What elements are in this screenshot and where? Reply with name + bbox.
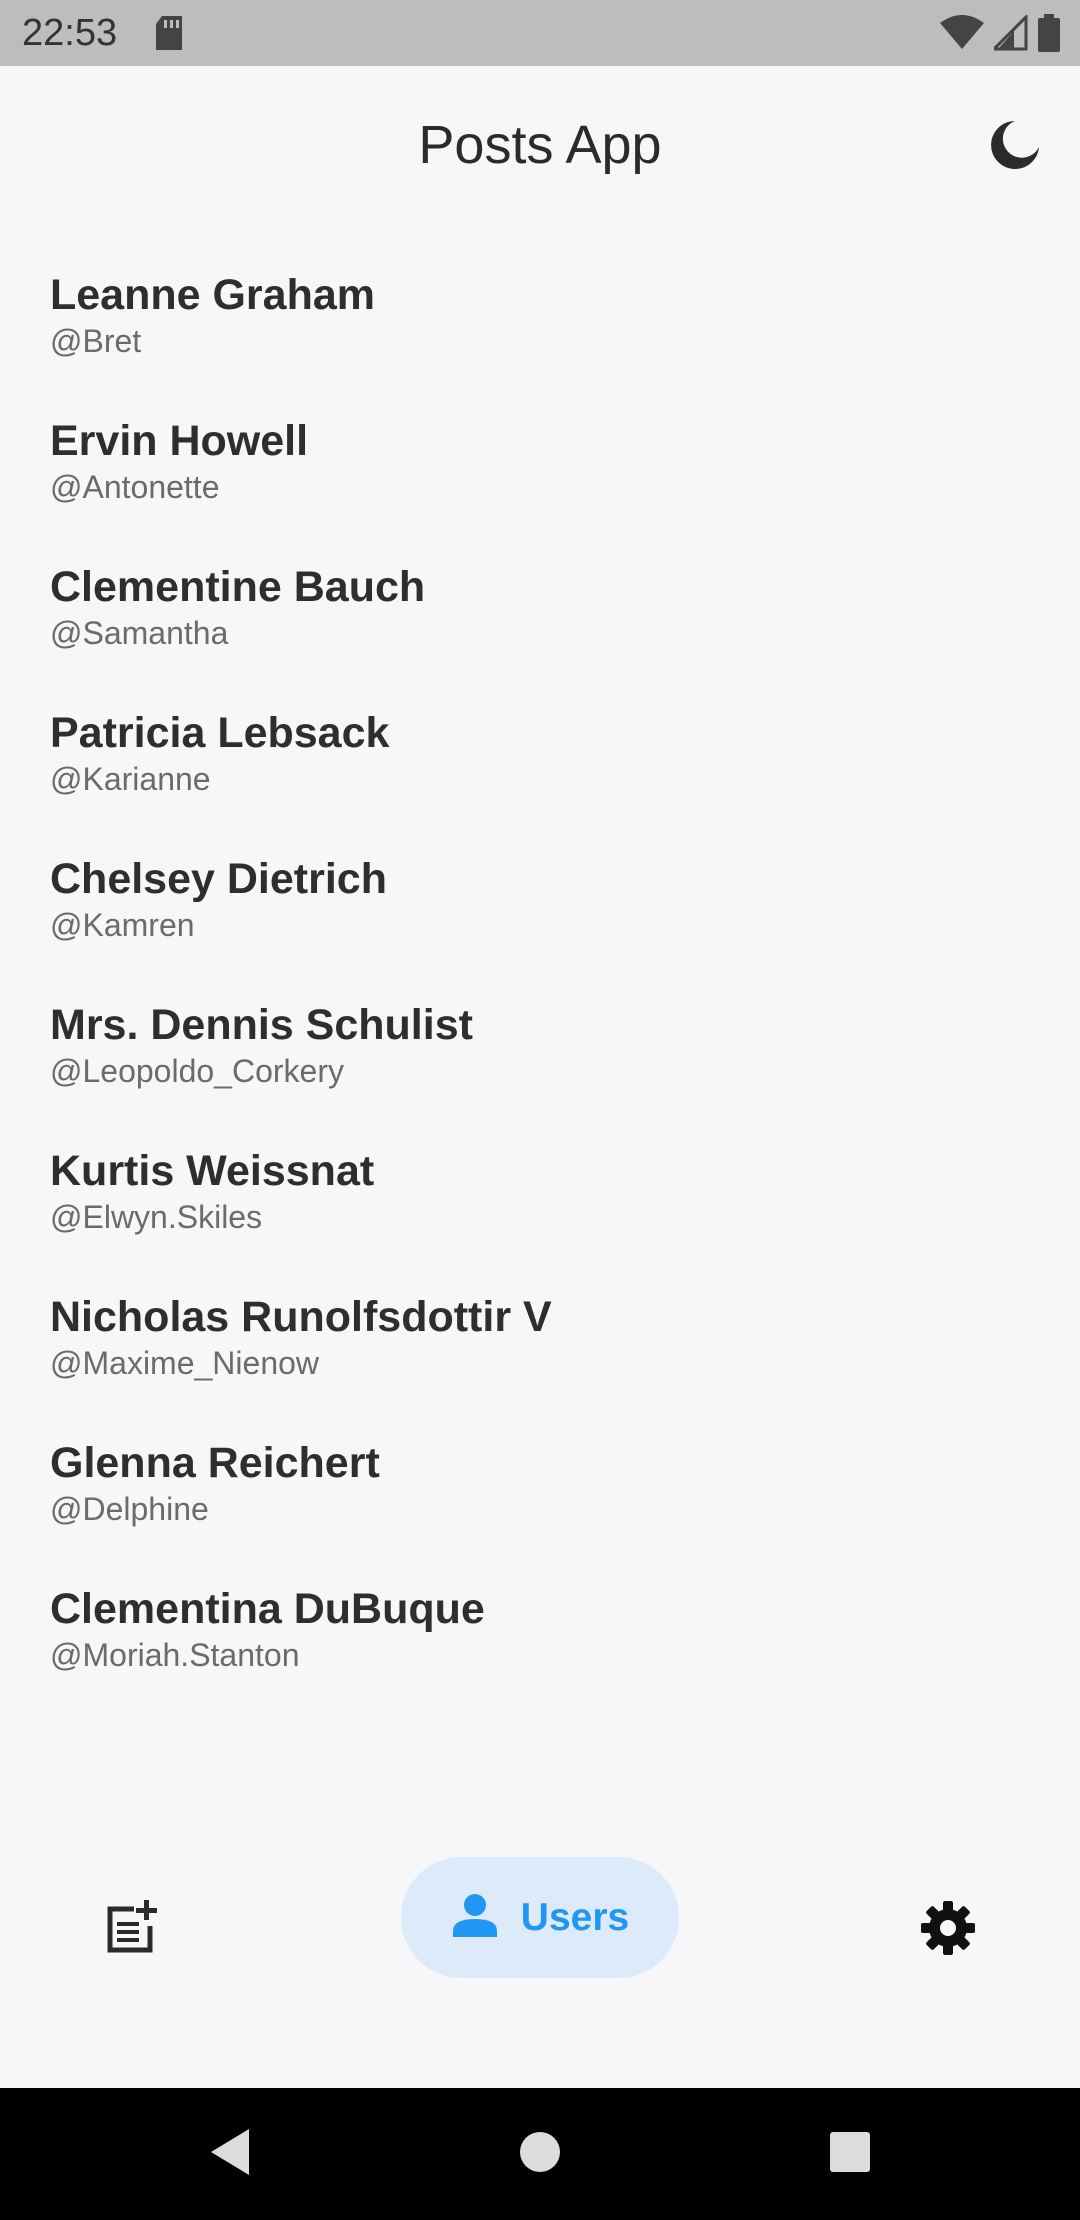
list-item[interactable]: Kurtis Weissnat @Elwyn.Skiles (0, 1132, 1080, 1278)
user-handle: @Delphine (50, 1491, 209, 1527)
user-name: Clementina DuBuque (50, 1585, 485, 1633)
list-item[interactable]: Glenna Reichert @Delphine (0, 1424, 1080, 1570)
system-home-button[interactable] (500, 2088, 580, 2220)
nav-users-label: Users (520, 1895, 630, 1939)
nav-settings-button[interactable] (908, 1890, 988, 1970)
gear-icon (920, 1900, 976, 1961)
list-item[interactable]: Patricia Lebsack @Karianne (0, 694, 1080, 840)
user-name: Patricia Lebsack (50, 709, 390, 757)
status-icons (940, 13, 1060, 57)
theme-toggle-button[interactable] (980, 112, 1050, 182)
user-name: Chelsey Dietrich (50, 855, 387, 903)
list-item[interactable]: Clementina DuBuque @Moriah.Stanton (0, 1570, 1080, 1716)
battery-icon (1038, 14, 1060, 57)
status-time: 22:53 (22, 12, 118, 54)
system-recents-button[interactable] (810, 2088, 890, 2220)
list-item[interactable]: Mrs. Dennis Schulist @Leopoldo_Corkery (0, 986, 1080, 1132)
cell-signal-icon (990, 13, 1028, 56)
recents-square-icon (829, 2131, 871, 2178)
app-bar: Posts App (0, 66, 1080, 226)
system-navigation-bar (0, 2088, 1080, 2220)
user-handle: @Elwyn.Skiles (50, 1199, 263, 1235)
list-item[interactable]: Nicholas Runolfsdottir V @Maxime_Nienow (0, 1278, 1080, 1424)
nav-posts-button[interactable] (92, 1890, 172, 1970)
post-add-icon (104, 1899, 160, 1961)
user-name: Mrs. Dennis Schulist (50, 1001, 473, 1049)
user-handle: @Karianne (50, 761, 211, 797)
user-handle: @Moriah.Stanton (50, 1637, 300, 1673)
user-name: Kurtis Weissnat (50, 1147, 375, 1195)
user-handle: @Kamren (50, 907, 195, 943)
list-item[interactable]: Clementine Bauch @Samantha (0, 548, 1080, 694)
home-circle-icon (519, 2131, 561, 2178)
wifi-icon (940, 15, 984, 56)
user-name: Clementine Bauch (50, 563, 426, 611)
user-handle: @Bret (50, 323, 142, 359)
user-handle: @Antonette (50, 469, 220, 505)
bottom-navigation: Users (0, 1820, 1080, 2020)
back-triangle-icon (207, 2127, 253, 2182)
list-item[interactable]: Chelsey Dietrich @Kamren (0, 840, 1080, 986)
user-name: Nicholas Runolfsdottir V (50, 1293, 552, 1341)
user-name: Ervin Howell (50, 417, 309, 465)
user-name: Glenna Reichert (50, 1439, 380, 1487)
sd-card-icon (154, 16, 184, 55)
status-bar: 22:53 (0, 0, 1080, 66)
user-list: Leanne Graham @Bret Ervin Howell @Antone… (0, 256, 1080, 1716)
user-handle: @Maxime_Nienow (50, 1345, 320, 1381)
list-item[interactable]: Ervin Howell @Antonette (0, 402, 1080, 548)
system-back-button[interactable] (190, 2088, 270, 2220)
list-item[interactable]: Leanne Graham @Bret (0, 256, 1080, 402)
page-title: Posts App (418, 115, 662, 175)
user-name: Leanne Graham (50, 271, 375, 319)
user-handle: @Samantha (50, 615, 229, 651)
moon-icon (987, 117, 1043, 178)
person-icon (451, 1891, 499, 1944)
user-handle: @Leopoldo_Corkery (50, 1053, 344, 1089)
nav-users-button[interactable]: Users (401, 1857, 679, 1978)
